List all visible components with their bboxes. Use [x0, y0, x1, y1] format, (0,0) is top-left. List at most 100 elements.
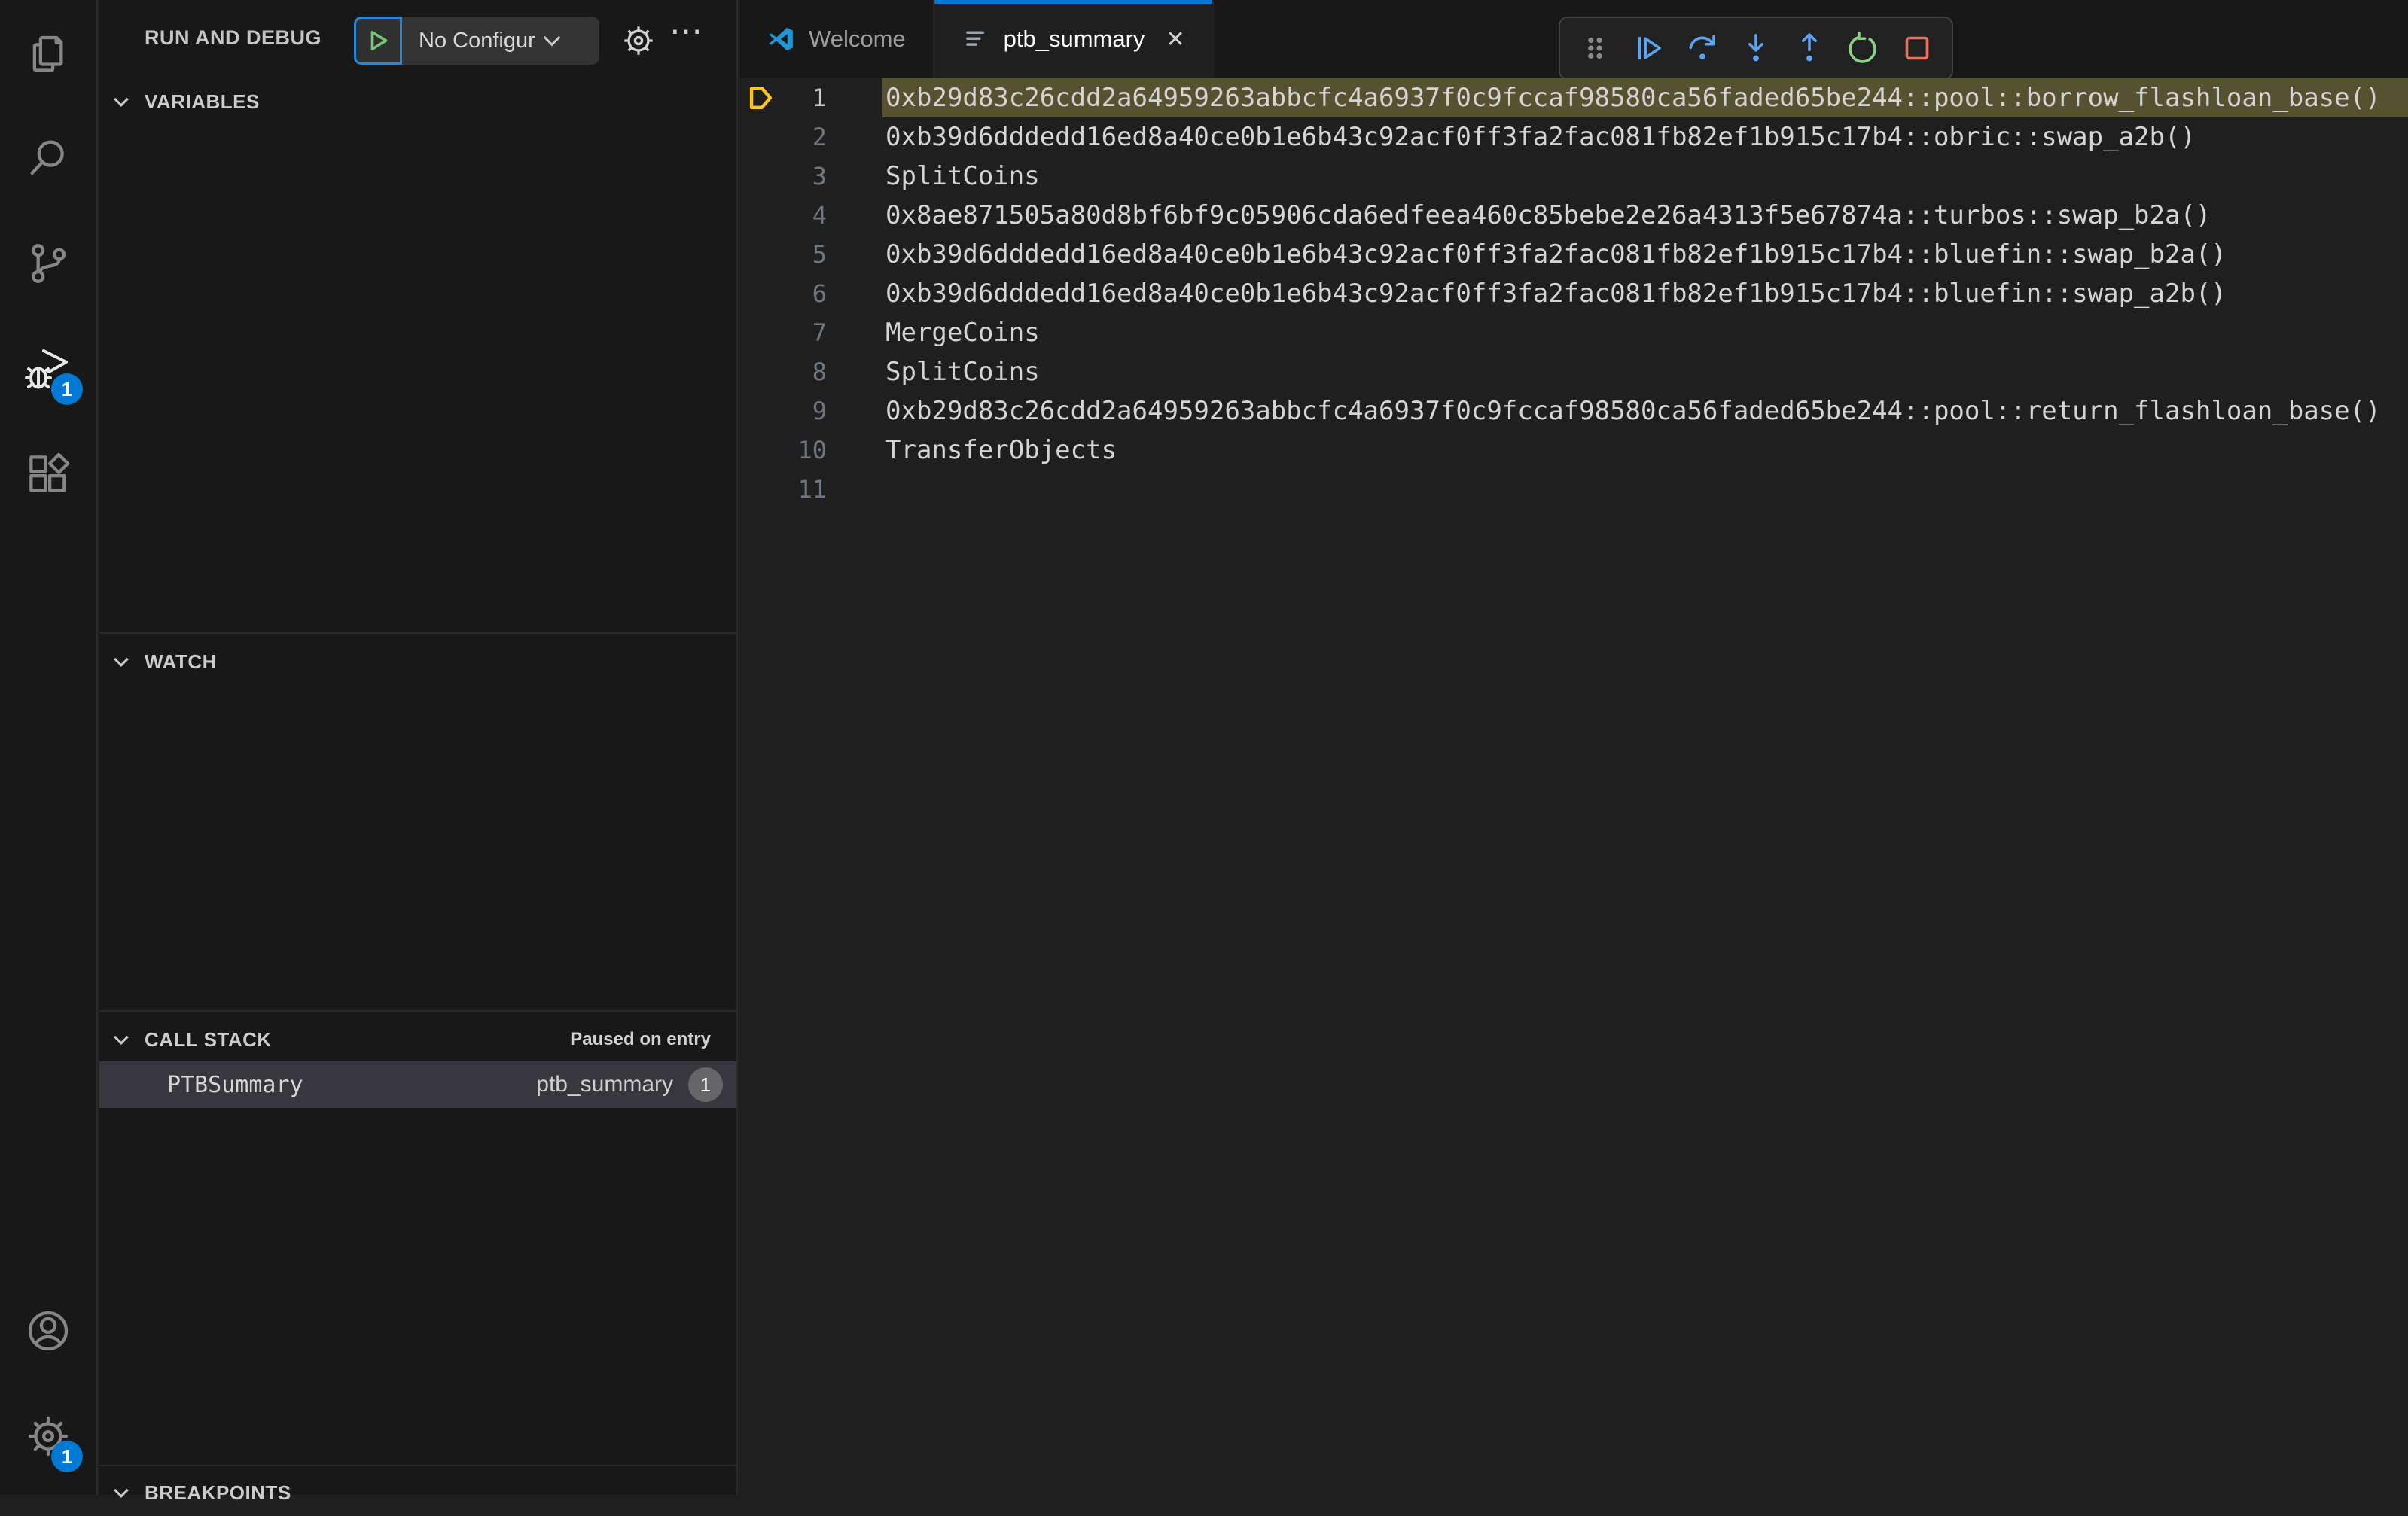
line-text[interactable]	[882, 470, 2408, 509]
line-number[interactable]: 5	[812, 235, 827, 274]
restart-button[interactable]	[1836, 21, 1890, 75]
line-number[interactable]: 1	[812, 78, 827, 117]
gear-icon	[624, 26, 653, 55]
editor-gutter[interactable]: 10	[739, 431, 882, 470]
code-area[interactable]: 1 0xb29d83c26cdd2a64959263abbcfc4a6937f0c…	[739, 78, 2408, 1495]
line-text[interactable]: 0xb29d83c26cdd2a64959263abbcfc4a6937f0c9…	[882, 391, 2408, 431]
line-text[interactable]: SplitCoins	[882, 157, 2408, 196]
code-line[interactable]: 8 SplitCoins	[739, 352, 2408, 391]
editor-group: Welcome ptb_summary ✕ 1 0xb29d83c26cdd2a…	[739, 0, 2408, 1495]
source-control-icon	[32, 244, 66, 283]
editor-gutter[interactable]: 6	[739, 274, 882, 313]
line-number[interactable]: 11	[797, 470, 827, 509]
editor-gutter[interactable]: 9	[739, 391, 882, 431]
code-line[interactable]: 11	[739, 470, 2408, 509]
accounts-icon	[28, 1311, 69, 1351]
editor-gutter[interactable]: 3	[739, 157, 882, 196]
editor-gutter[interactable]: 2	[739, 117, 882, 157]
debug-config-value: No Configur	[419, 28, 535, 53]
more-actions-button[interactable]: ⋯	[666, 12, 708, 62]
section-variables[interactable]: VARIABLES	[99, 78, 736, 125]
manage-button[interactable]: 1	[0, 1384, 96, 1489]
tab-ptb-summary[interactable]: ptb_summary ✕	[934, 0, 1214, 78]
line-text[interactable]: MergeCoins	[882, 313, 2408, 352]
accounts-button[interactable]	[0, 1278, 96, 1384]
code-line[interactable]: 2 0xb39d6dddedd16ed8a40ce0b1e6b43c92acf0f…	[739, 117, 2408, 157]
activity-bar-top: 1	[0, 0, 96, 527]
code-line[interactable]: 1 0xb29d83c26cdd2a64959263abbcfc4a6937f0c…	[739, 78, 2408, 117]
code-line[interactable]: 6 0xb39d6dddedd16ed8a40ce0b1e6b43c92acf0f…	[739, 274, 2408, 313]
line-number[interactable]: 3	[812, 157, 827, 196]
chevron-down-icon	[543, 29, 561, 47]
line-text[interactable]: 0xb39d6dddedd16ed8a40ce0b1e6b43c92acf0ff…	[882, 235, 2408, 274]
section-divider	[99, 632, 736, 634]
stop-button[interactable]	[1891, 21, 1944, 75]
close-icon[interactable]: ✕	[1166, 26, 1184, 53]
step-out-button[interactable]	[1783, 21, 1836, 75]
editor-gutter[interactable]: 1	[739, 78, 882, 117]
sidebar-item-explorer[interactable]	[0, 0, 96, 105]
frame-badge: 1	[688, 1067, 723, 1102]
chevron-down-icon	[114, 652, 129, 667]
line-number[interactable]: 6	[812, 274, 827, 313]
list-file-icon	[965, 31, 984, 46]
line-text[interactable]: 0xb29d83c26cdd2a64959263abbcfc4a6937f0c9…	[882, 78, 2408, 117]
code-line[interactable]: 4 0x8ae871505a80d8bf6bf9c05906cda6edfeea4…	[739, 196, 2408, 235]
toolbar-drag-handle[interactable]	[1568, 21, 1621, 75]
step-into-button[interactable]	[1729, 21, 1782, 75]
line-number[interactable]: 9	[812, 391, 827, 431]
debug-current-line-icon	[749, 86, 773, 110]
section-divider	[99, 1465, 736, 1466]
code-line[interactable]: 10 TransferObjects	[739, 431, 2408, 470]
sidebar-header: RUN AND DEBUG No Configur ⋯	[99, 0, 736, 75]
line-text[interactable]: TransferObjects	[882, 431, 2408, 470]
debug-settings-button[interactable]	[617, 20, 660, 62]
section-watch[interactable]: WATCH	[99, 638, 736, 685]
sidebar-title: RUN AND DEBUG	[145, 26, 322, 49]
sidebar-item-source-control[interactable]	[0, 211, 96, 316]
step-over-button[interactable]	[1675, 21, 1729, 75]
code-line[interactable]: 5 0xb39d6dddedd16ed8a40ce0b1e6b43c92acf0f…	[739, 235, 2408, 274]
chevron-down-icon	[114, 1030, 129, 1045]
debug-config-control: No Configur	[354, 17, 599, 65]
section-breakpoints[interactable]: BREAKPOINTS	[99, 1469, 736, 1516]
extensions-icon	[29, 452, 70, 492]
code-line[interactable]: 3 SplitCoins	[739, 157, 2408, 196]
editor-gutter[interactable]: 7	[739, 313, 882, 352]
editor-gutter[interactable]: 8	[739, 352, 882, 391]
debug-toolbar	[1559, 17, 1953, 80]
line-number[interactable]: 7	[812, 313, 827, 352]
explorer-icon	[32, 35, 63, 72]
continue-button[interactable]	[1621, 21, 1675, 75]
settings-badge: 1	[51, 1441, 83, 1472]
line-number[interactable]: 10	[797, 431, 827, 470]
line-number[interactable]: 8	[812, 352, 827, 391]
sidebar-item-run-and-debug[interactable]: 1	[0, 316, 96, 422]
line-text[interactable]: 0x8ae871505a80d8bf6bf9c05906cda6edfeea46…	[882, 196, 2408, 235]
code-line[interactable]: 7 MergeCoins	[739, 313, 2408, 352]
editor-gutter[interactable]: 5	[739, 235, 882, 274]
line-text[interactable]: 0xb39d6dddedd16ed8a40ce0b1e6b43c92acf0ff…	[882, 274, 2408, 313]
tab-welcome[interactable]: Welcome	[739, 0, 934, 78]
editor-gutter[interactable]: 4	[739, 196, 882, 235]
debug-badge: 1	[51, 373, 83, 405]
sidebar-item-extensions[interactable]	[0, 422, 96, 527]
debug-config-dropdown[interactable]: No Configur	[402, 17, 599, 65]
vscode-logo-icon	[769, 27, 793, 51]
search-icon	[30, 140, 64, 175]
start-debugging-button[interactable]	[354, 17, 402, 65]
run-and-debug-sidebar: RUN AND DEBUG No Configur ⋯ VARIABLES WA…	[99, 0, 738, 1504]
sidebar-item-search[interactable]	[0, 105, 96, 211]
line-text[interactable]: SplitCoins	[882, 352, 2408, 391]
line-number[interactable]: 2	[812, 117, 827, 157]
section-call-stack[interactable]: CALL STACK Paused on entry	[99, 1016, 736, 1063]
chevron-down-icon	[114, 1483, 129, 1498]
call-stack-status: Paused on entry	[570, 1029, 711, 1049]
call-stack-frame[interactable]: PTBSummary ptb_summary 1	[99, 1061, 736, 1108]
code-line[interactable]: 9 0xb29d83c26cdd2a64959263abbcfc4a6937f0c…	[739, 391, 2408, 431]
line-text[interactable]: 0xb39d6dddedd16ed8a40ce0b1e6b43c92acf0ff…	[882, 117, 2408, 157]
chevron-down-icon	[114, 92, 129, 107]
editor-gutter[interactable]: 11	[739, 470, 882, 509]
activity-bar: 1 1	[0, 0, 98, 1495]
line-number[interactable]: 4	[812, 196, 827, 235]
